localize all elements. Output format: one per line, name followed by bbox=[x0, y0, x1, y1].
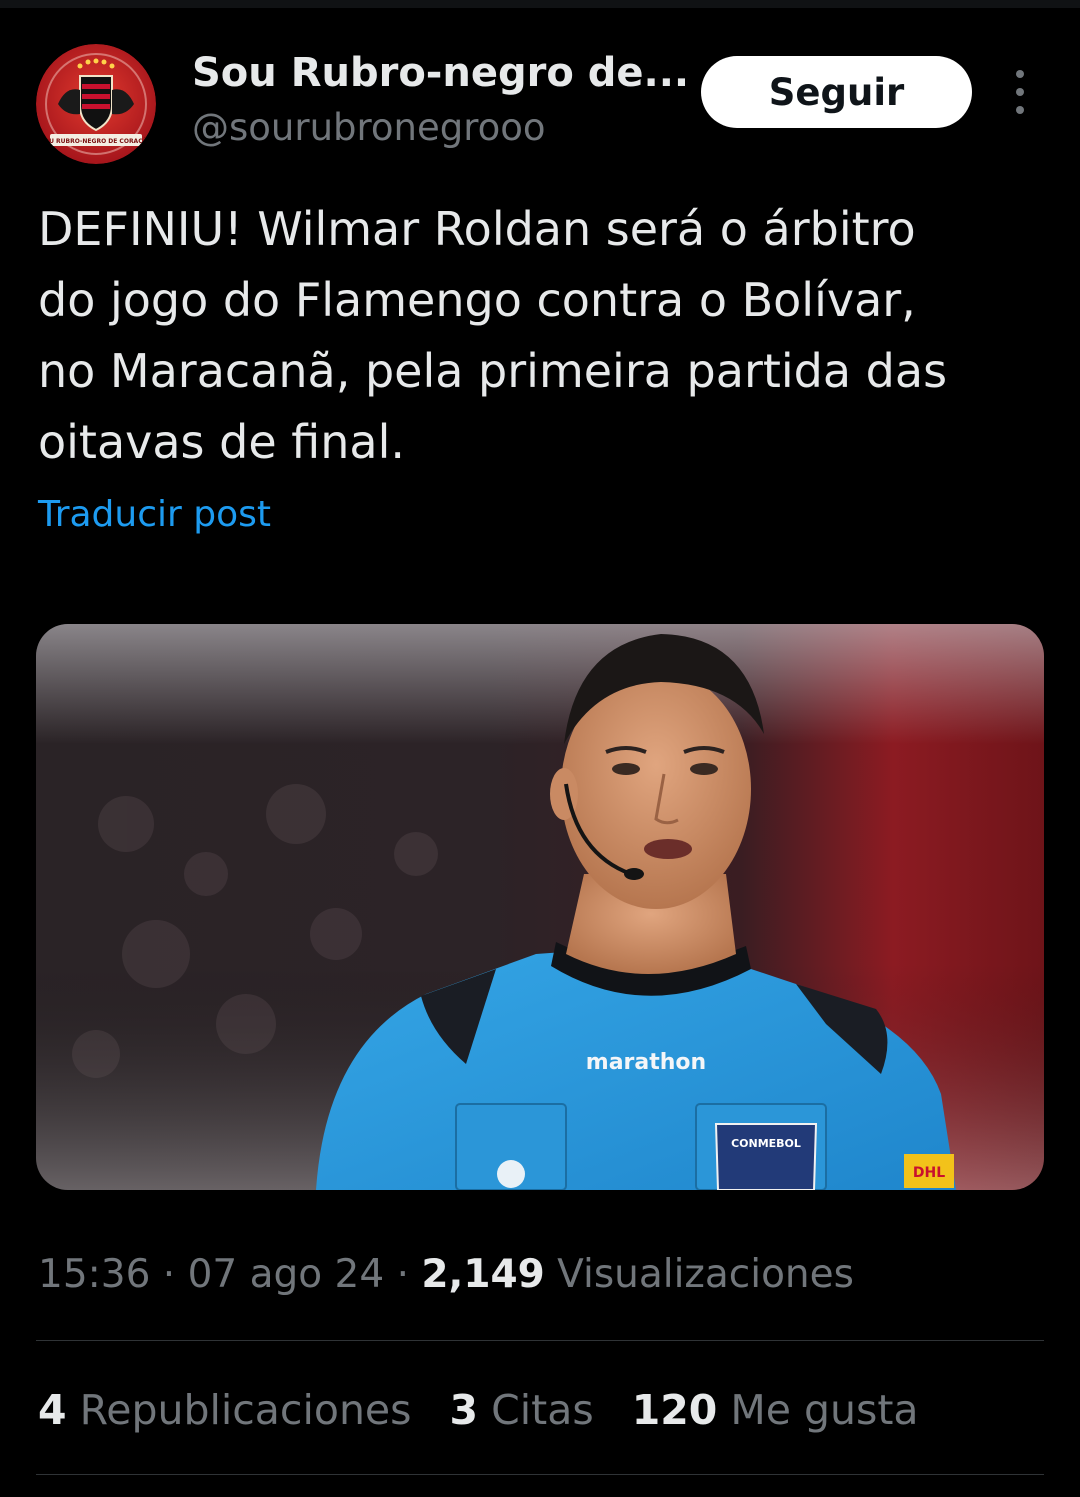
more-dot bbox=[1016, 70, 1024, 78]
reposts-label: Republicaciones bbox=[79, 1386, 412, 1434]
post-meta: 15:36 · 07 ago 24 · 2,149 Visualizacione… bbox=[38, 1252, 854, 1297]
display-name[interactable]: Sou Rubro-negro de... bbox=[192, 50, 689, 96]
likes-label: Me gusta bbox=[730, 1386, 919, 1434]
post-photo[interactable]: CONMEBOL DHL marathon bbox=[36, 624, 1044, 1190]
more-dot bbox=[1016, 88, 1024, 96]
views-count: 2,149 bbox=[421, 1252, 545, 1297]
meta-separator: · bbox=[150, 1252, 188, 1297]
translate-post-link[interactable]: Traducir post bbox=[38, 494, 271, 535]
likes-stat[interactable]: 120 Me gusta bbox=[632, 1386, 919, 1434]
post-date[interactable]: 07 ago 24 bbox=[188, 1252, 385, 1297]
engagement-stats: 4 Republicaciones 3 Citas 120 Me gusta bbox=[38, 1386, 919, 1434]
avatar[interactable]: SOU RUBRO-NEGRO DE CORAÇÃO bbox=[36, 44, 156, 164]
user-handle[interactable]: @sourubronegrooo bbox=[192, 106, 546, 149]
badge-text: CONMEBOL bbox=[731, 1137, 801, 1150]
meta-separator: · bbox=[384, 1252, 422, 1297]
reposts-stat[interactable]: 4 Republicaciones bbox=[38, 1386, 412, 1434]
post-time[interactable]: 15:36 bbox=[38, 1252, 150, 1297]
top-edge bbox=[0, 0, 1080, 8]
divider bbox=[36, 1340, 1044, 1341]
post-text: DEFINIU! Wilmar Roldan será o árbitro do… bbox=[38, 202, 948, 469]
views-label: Visualizaciones bbox=[557, 1252, 854, 1297]
likes-count: 120 bbox=[631, 1386, 718, 1434]
shirt-brand-text: marathon bbox=[586, 1050, 706, 1075]
quotes-count: 3 bbox=[449, 1386, 479, 1434]
referee-photo: CONMEBOL DHL marathon bbox=[36, 624, 1044, 1190]
sponsor-text: DHL bbox=[913, 1165, 945, 1181]
follow-button[interactable]: Seguir bbox=[701, 56, 972, 128]
divider bbox=[36, 1474, 1044, 1475]
more-dot bbox=[1016, 106, 1024, 114]
quotes-label: Citas bbox=[491, 1386, 594, 1434]
club-crest-icon: SOU RUBRO-NEGRO DE CORAÇÃO bbox=[36, 44, 156, 164]
more-options-icon[interactable] bbox=[1004, 70, 1036, 114]
quotes-stat[interactable]: 3 Citas bbox=[450, 1386, 594, 1434]
svg-text:SOU RUBRO-NEGRO DE CORAÇÃO: SOU RUBRO-NEGRO DE CORAÇÃO bbox=[40, 138, 153, 145]
reposts-count: 4 bbox=[38, 1386, 67, 1434]
